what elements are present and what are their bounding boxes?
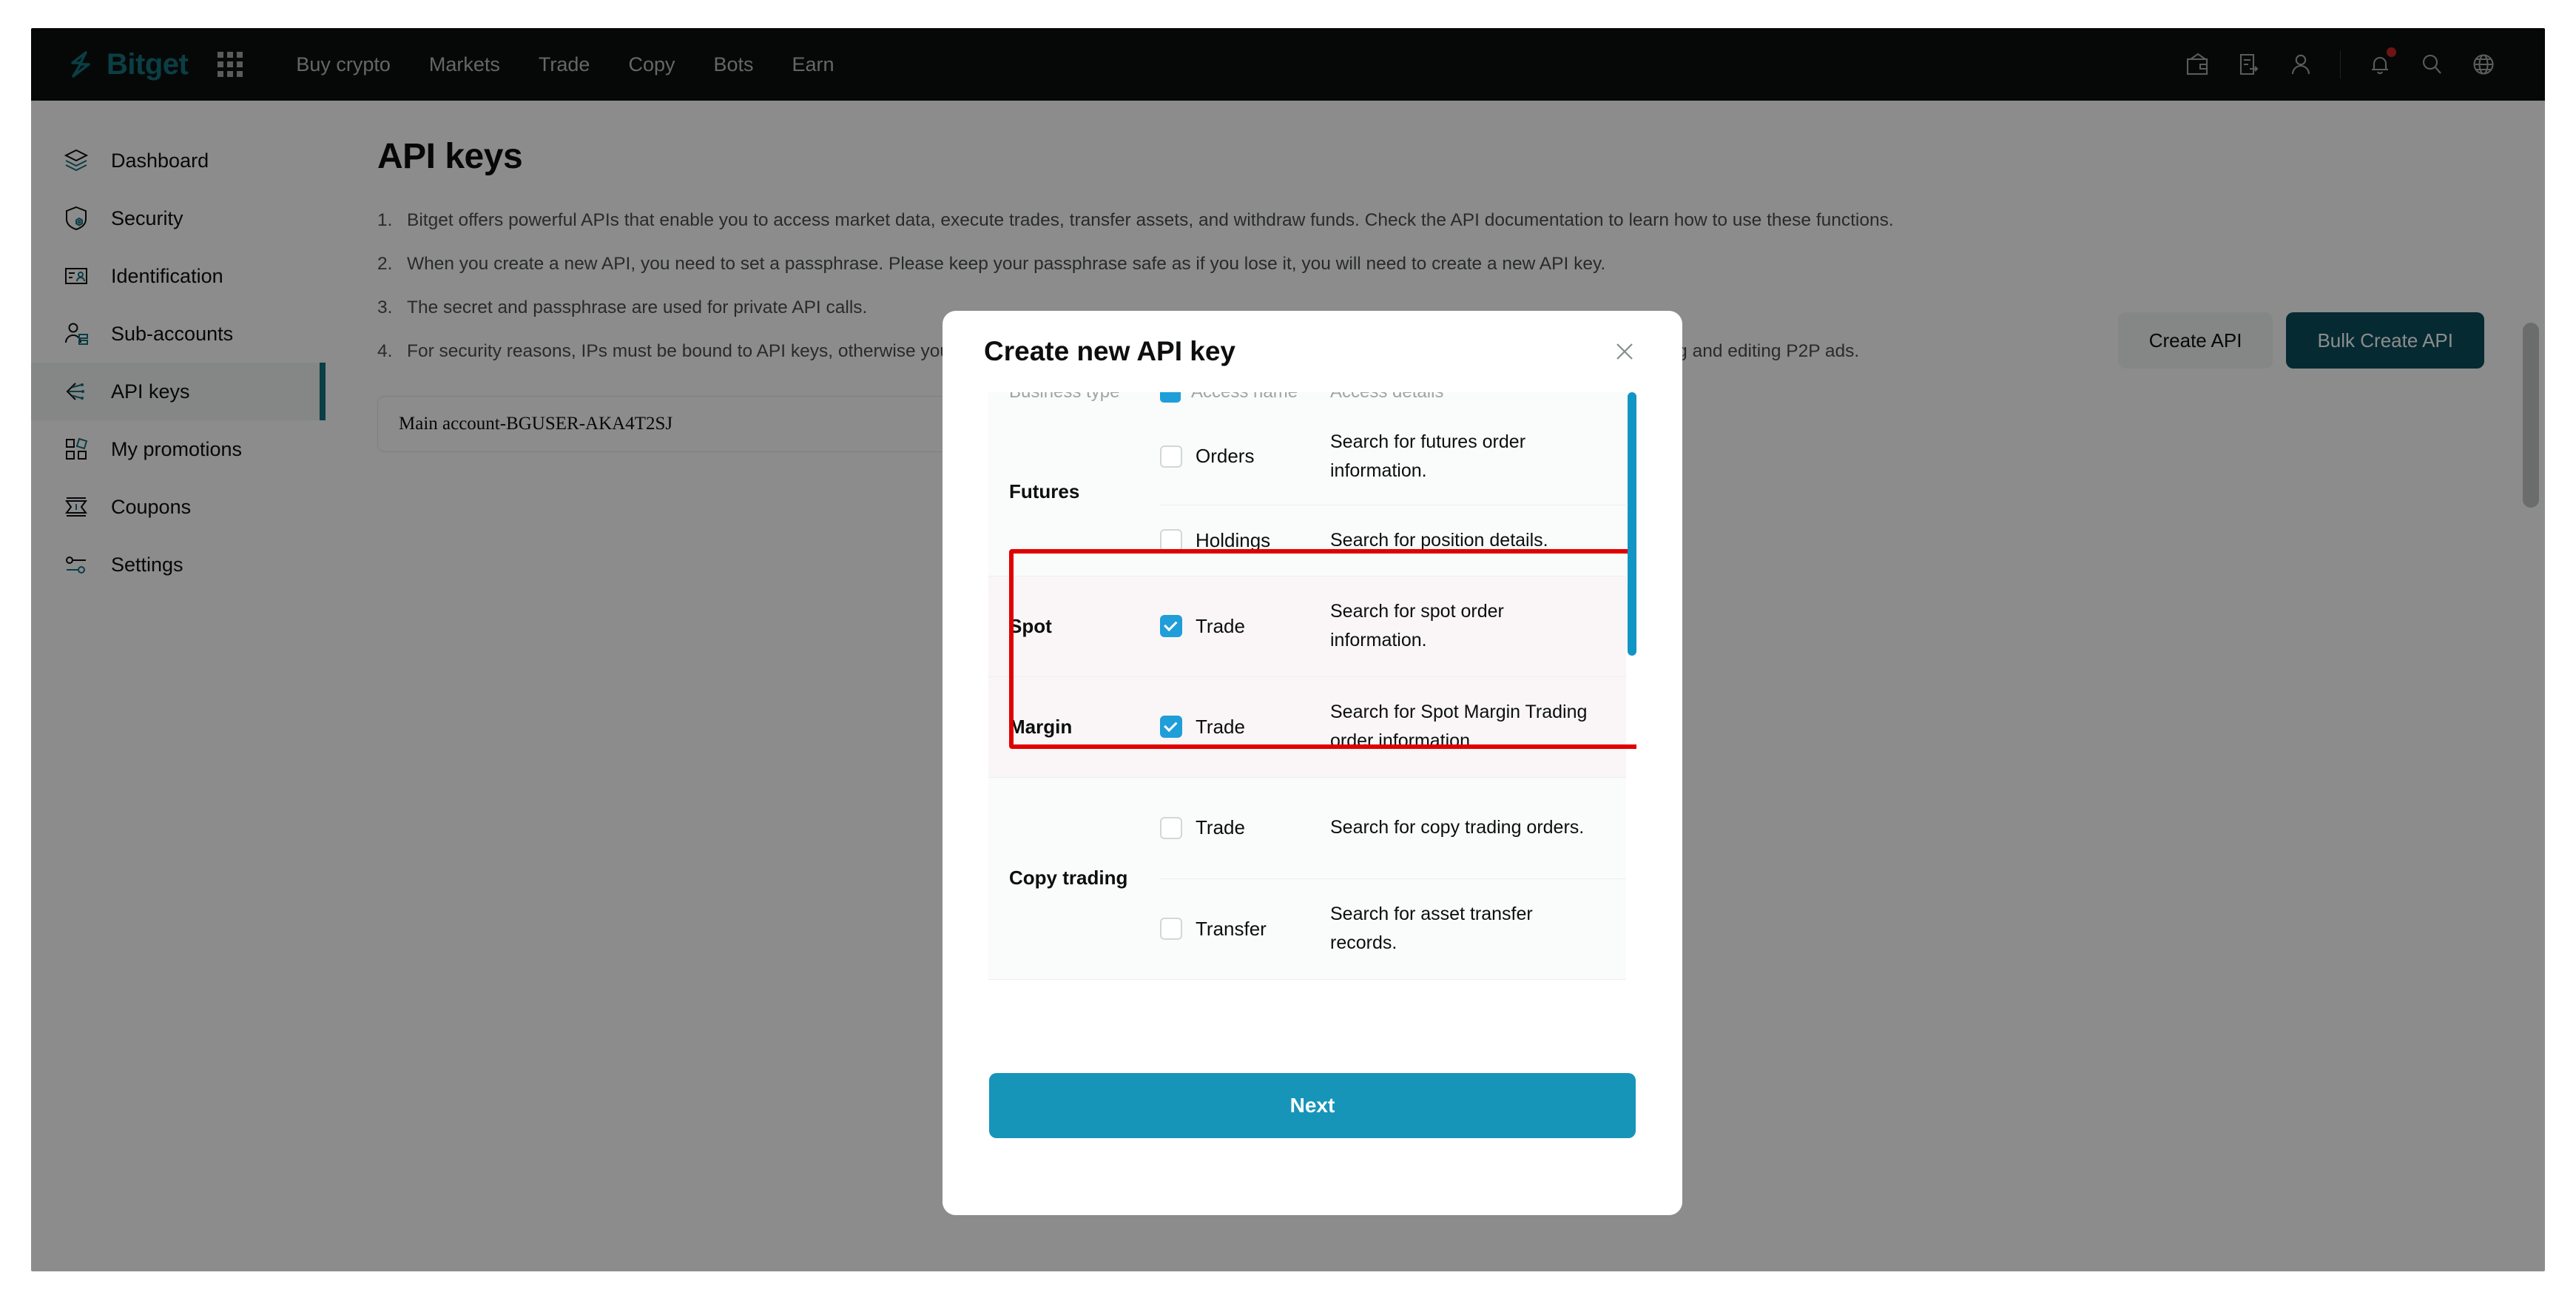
entry-access: Holdings	[1160, 505, 1330, 576]
entry-detail: Search for position details.	[1330, 529, 1548, 551]
entry-detail: Search for spot order information.	[1330, 601, 1504, 650]
permission-checkbox[interactable]	[1160, 716, 1182, 738]
permission-checkbox[interactable]	[1160, 816, 1182, 839]
entry-access-label: Trade	[1196, 816, 1245, 838]
select-all-checkbox[interactable]	[1160, 392, 1181, 403]
table-row: Margin Trade Search for Spot Margin Trad…	[988, 676, 1626, 778]
modal-header: Create new API key	[943, 311, 1682, 392]
table-row: Copy trading Trade Search for copy tradi…	[988, 777, 1626, 980]
permission-entry: Holdings Search for position details.	[1160, 504, 1626, 576]
entry-detail: Search for copy trading orders.	[1330, 817, 1585, 838]
entry-access: Trade	[1160, 677, 1330, 777]
entry-access: Orders	[1160, 408, 1330, 505]
page-root: Bitget Buy crypto Markets Trade Copy Bot…	[0, 0, 2576, 1298]
modal-footer: Next	[943, 1038, 1682, 1215]
entry-access: Trade	[1160, 576, 1330, 676]
permission-entry: Transfer Search for asset transfer recor…	[1160, 878, 1626, 979]
permission-checkbox[interactable]	[1160, 615, 1182, 637]
column-header-access-name-label: Access name	[1191, 392, 1298, 403]
permission-checkbox[interactable]	[1160, 918, 1182, 940]
permission-entry: Orders Search for futures order informat…	[1160, 408, 1626, 505]
next-button[interactable]: Next	[989, 1073, 1636, 1138]
entry-detail: Search for Spot Margin Trading order inf…	[1330, 702, 1588, 751]
modal-title: Create new API key	[984, 336, 1236, 366]
row-business-type: Spot	[1009, 614, 1052, 637]
permissions-scroll-area[interactable]: Business type Access name Access details…	[988, 392, 1636, 998]
close-icon[interactable]	[1608, 335, 1641, 368]
permissions-table-header: Business type Access name Access details	[988, 392, 1626, 408]
entry-access-label: Transfer	[1196, 917, 1267, 940]
create-api-key-modal: Create new API key Business type Access …	[943, 311, 1682, 1215]
row-entries: Orders Search for futures order informat…	[1160, 408, 1626, 576]
permission-entry: Trade Search for copy trading orders.	[1160, 778, 1626, 878]
permission-checkbox[interactable]	[1160, 445, 1182, 468]
row-business-type: Margin	[1009, 715, 1073, 738]
table-row: Spot Trade Search for spot order informa…	[988, 576, 1626, 677]
modal-scrollbar[interactable]	[1628, 392, 1636, 656]
entry-access-label: Trade	[1196, 614, 1245, 637]
entry-access-label: Trade	[1196, 715, 1245, 738]
entry-access: Trade	[1160, 778, 1330, 878]
permission-checkbox[interactable]	[1160, 529, 1182, 551]
column-header-access-name: Access name	[1160, 392, 1330, 403]
entry-access: Transfer	[1160, 879, 1330, 979]
entry-access-label: Orders	[1196, 445, 1255, 468]
entry-detail: Search for asset transfer records.	[1330, 904, 1533, 953]
column-header-access-details: Access details	[1330, 392, 1626, 403]
row-business-type: Futures	[1009, 480, 1080, 503]
entry-detail: Search for futures order information.	[1330, 431, 1526, 481]
column-header-business-type: Business type	[988, 392, 1160, 403]
entry-access-label: Holdings	[1196, 528, 1271, 551]
row-business-type: Copy trading	[1009, 867, 1128, 889]
permissions-table: Business type Access name Access details…	[988, 392, 1626, 980]
browser-viewport: Bitget Buy crypto Markets Trade Copy Bot…	[31, 28, 2545, 1271]
table-row: Futures Orders Search for futures order …	[988, 408, 1626, 576]
row-entries: Trade Search for copy trading orders. Tr…	[1160, 778, 1626, 979]
